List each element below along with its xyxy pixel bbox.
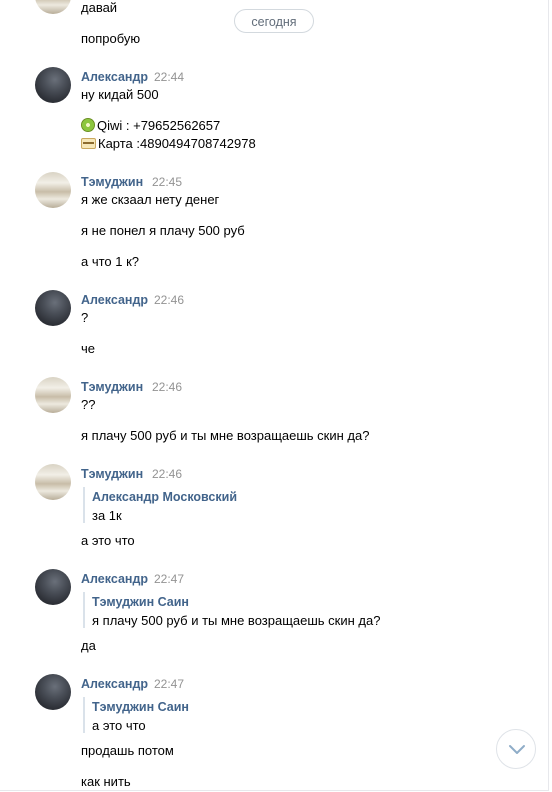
quote-text[interactable]: а это что — [92, 718, 146, 733]
avatar[interactable] — [35, 377, 71, 413]
avatar[interactable] — [35, 464, 71, 500]
chat-history[interactable]: давай попробую сегодня Александр 22:44 н… — [0, 0, 549, 791]
message-text: я же скзаал нету денег — [81, 192, 220, 207]
message-time[interactable]: 22:47 — [154, 677, 184, 691]
message-text: ?? — [81, 397, 96, 412]
message-text: че — [81, 341, 96, 356]
avatar[interactable] — [35, 0, 71, 14]
message-text: продашь потом — [81, 743, 174, 758]
message-text: давай — [81, 0, 118, 15]
message-text: а что 1 к? — [81, 254, 140, 269]
message-text: да — [81, 638, 96, 653]
message-text: ну кидай 500 — [81, 87, 159, 102]
message-time[interactable]: 22:46 — [152, 467, 182, 481]
author-name[interactable]: Тэмуджин — [81, 467, 143, 481]
avatar[interactable] — [35, 172, 71, 208]
author-name[interactable]: Александр — [81, 293, 148, 307]
chevron-down-icon — [509, 745, 525, 754]
message-time[interactable]: 22:45 — [152, 175, 182, 189]
message-text: Карта :4890494708742978 — [98, 136, 256, 151]
credit-card-icon — [81, 138, 96, 149]
author-name[interactable]: Тэмуджин — [81, 380, 143, 394]
message-time[interactable]: 22:47 — [154, 572, 184, 586]
message-text: Qiwi : +79652562657 — [97, 118, 221, 133]
quote-bar — [83, 697, 85, 733]
author-name[interactable]: Александр — [81, 70, 148, 84]
quote-bar — [83, 592, 85, 628]
message-text: ? — [81, 310, 89, 325]
scroll-down-button[interactable] — [496, 729, 536, 769]
message-text: попробую — [81, 31, 141, 46]
quote-text[interactable]: за 1к — [92, 508, 122, 523]
message-text: я плачу 500 руб и ты мне возращаешь скин… — [81, 428, 370, 443]
author-name[interactable]: Тэмуджин — [81, 175, 143, 189]
quote-author[interactable]: Тэмуджин Саин — [92, 595, 189, 609]
payment-qiwi-line: Qiwi : +79652562657 — [81, 118, 220, 133]
kiwi-icon — [81, 118, 95, 132]
message-text: я не понел я плачу 500 руб — [81, 223, 245, 238]
avatar[interactable] — [35, 290, 71, 326]
message-text: как нить — [81, 774, 131, 789]
message-time[interactable]: 22:46 — [152, 380, 182, 394]
message-time[interactable]: 22:44 — [154, 70, 184, 84]
quote-author[interactable]: Александр Московский — [92, 490, 237, 504]
avatar[interactable] — [35, 67, 71, 103]
payment-card-line: Карта :4890494708742978 — [81, 136, 256, 151]
author-name[interactable]: Александр — [81, 677, 148, 691]
quote-text[interactable]: я плачу 500 руб и ты мне возращаешь скин… — [92, 613, 380, 628]
avatar[interactable] — [35, 674, 71, 710]
date-separator: сегодня — [234, 9, 314, 33]
author-name[interactable]: Александр — [81, 572, 148, 586]
message-text: а это что — [81, 533, 135, 548]
quote-author[interactable]: Тэмуджин Саин — [92, 700, 189, 714]
quote-bar — [83, 487, 85, 523]
avatar[interactable] — [35, 569, 71, 605]
message-time[interactable]: 22:46 — [154, 293, 184, 307]
